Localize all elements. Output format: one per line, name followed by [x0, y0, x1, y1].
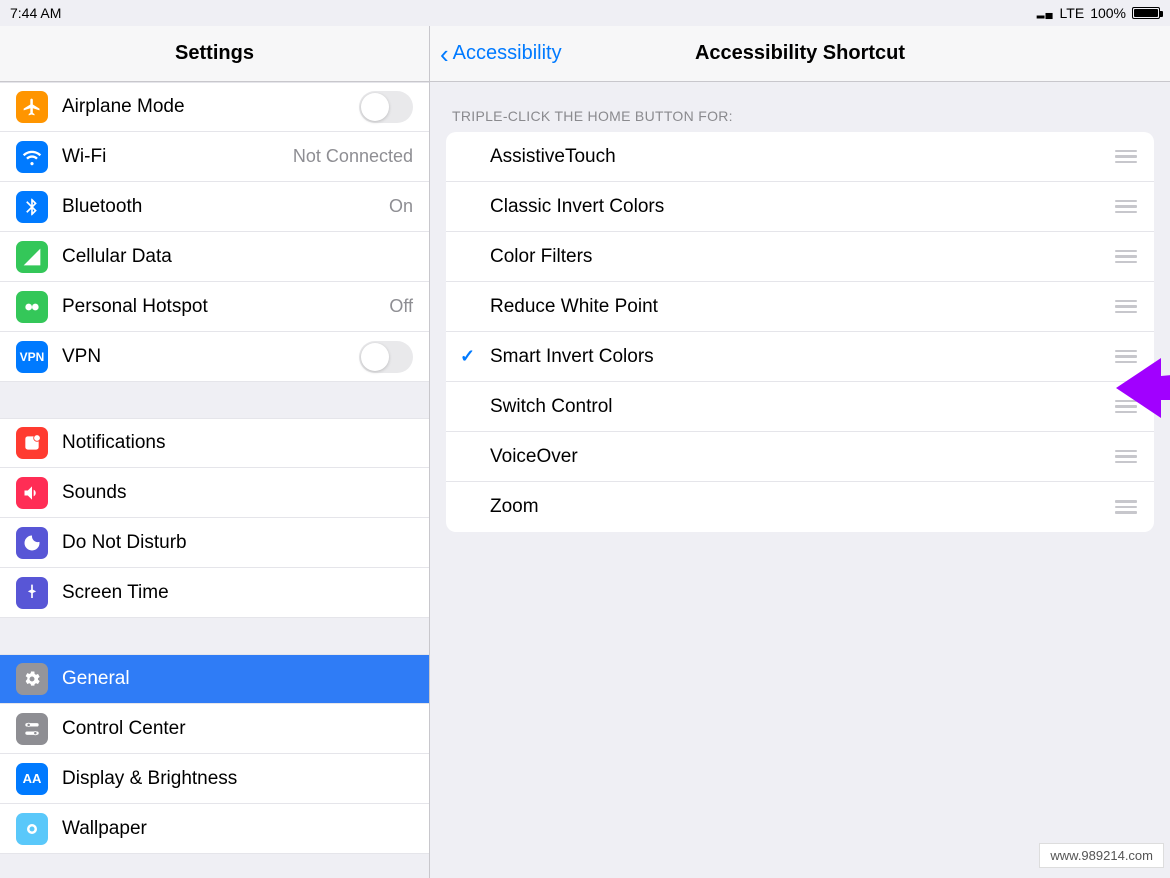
row-label: Cellular Data [62, 246, 413, 268]
wallpaper-icon [16, 813, 48, 845]
row-label: Control Center [62, 718, 413, 740]
hotspot-icon [16, 291, 48, 323]
row-label: Airplane Mode [62, 96, 359, 118]
option-voiceover[interactable]: VoiceOver [446, 432, 1154, 482]
row-label: Do Not Disturb [62, 532, 413, 554]
notifications-icon [16, 427, 48, 459]
drag-handle-icon[interactable] [1114, 300, 1138, 314]
option-reduce-white-point[interactable]: Reduce White Point [446, 282, 1154, 332]
option-label: Color Filters [490, 246, 1114, 268]
watermark: www.989214.com [1039, 843, 1164, 868]
screentime-icon [16, 577, 48, 609]
option-color-filters[interactable]: Color Filters [446, 232, 1154, 282]
sidebar-item-display[interactable]: AA Display & Brightness [0, 754, 429, 804]
option-label: Reduce White Point [490, 296, 1114, 318]
row-detail: On [389, 196, 413, 217]
detail-header: ‹ Accessibility Accessibility Shortcut [430, 26, 1170, 82]
carrier-label: LTE [1060, 5, 1085, 21]
option-label: Smart Invert Colors [490, 346, 1114, 368]
battery-icon [1132, 7, 1160, 19]
option-label: Switch Control [490, 396, 1114, 418]
row-label: Wallpaper [62, 818, 413, 840]
drag-handle-icon[interactable] [1114, 400, 1138, 414]
section-header: TRIPLE-CLICK THE HOME BUTTON FOR: [430, 82, 1170, 132]
airplane-icon [16, 91, 48, 123]
row-label: General [62, 668, 413, 690]
bluetooth-icon [16, 191, 48, 223]
drag-handle-icon[interactable] [1114, 250, 1138, 264]
airplane-toggle[interactable] [359, 91, 413, 123]
status-bar: 7:44 AM ▂▄ LTE 100% [0, 0, 1170, 26]
row-detail: Off [389, 296, 413, 317]
option-label: Classic Invert Colors [490, 196, 1114, 218]
chevron-left-icon: ‹ [440, 41, 449, 67]
sidebar-item-wallpaper[interactable]: Wallpaper [0, 804, 429, 854]
vpn-toggle[interactable] [359, 341, 413, 373]
row-detail: Not Connected [293, 146, 413, 167]
checkmark-icon: ✓ [460, 346, 475, 367]
drag-handle-icon[interactable] [1114, 450, 1138, 464]
sidebar-group-system: General Control Center AA Display & Brig… [0, 654, 429, 854]
option-label: VoiceOver [490, 446, 1114, 468]
detail-title: Accessibility Shortcut [695, 42, 905, 65]
controlcenter-icon [16, 713, 48, 745]
row-label: Wi-Fi [62, 146, 293, 168]
sidebar-item-airplane[interactable]: Airplane Mode [0, 82, 429, 132]
option-smart-invert[interactable]: ✓ Smart Invert Colors [446, 332, 1154, 382]
sidebar-item-general[interactable]: General [0, 654, 429, 704]
option-label: Zoom [490, 496, 1114, 518]
drag-handle-icon[interactable] [1114, 500, 1138, 514]
option-switch-control[interactable]: Switch Control [446, 382, 1154, 432]
row-label: Display & Brightness [62, 768, 413, 790]
sidebar-item-screentime[interactable]: Screen Time [0, 568, 429, 618]
sidebar-group-connectivity: Airplane Mode Wi-Fi Not Connected Blueto… [0, 82, 429, 382]
row-label: Sounds [62, 482, 413, 504]
status-time: 7:44 AM [10, 5, 61, 21]
sidebar-item-hotspot[interactable]: Personal Hotspot Off [0, 282, 429, 332]
cellular-icon [16, 241, 48, 273]
back-button[interactable]: ‹ Accessibility [440, 41, 562, 67]
back-label: Accessibility [453, 42, 562, 65]
row-label: Bluetooth [62, 196, 389, 218]
sidebar-item-dnd[interactable]: Do Not Disturb [0, 518, 429, 568]
sidebar-item-controlcenter[interactable]: Control Center [0, 704, 429, 754]
settings-sidebar: Settings Airplane Mode Wi-Fi Not Connect… [0, 26, 430, 878]
display-icon: AA [16, 763, 48, 795]
battery-percent: 100% [1090, 5, 1126, 21]
wifi-icon [16, 141, 48, 173]
drag-handle-icon[interactable] [1114, 150, 1138, 164]
option-classic-invert[interactable]: Classic Invert Colors [446, 182, 1154, 232]
sidebar-item-wifi[interactable]: Wi-Fi Not Connected [0, 132, 429, 182]
shortcut-options-list: AssistiveTouch Classic Invert Colors Col… [446, 132, 1154, 532]
dnd-icon [16, 527, 48, 559]
drag-handle-icon[interactable] [1114, 350, 1138, 364]
detail-pane: ‹ Accessibility Accessibility Shortcut T… [430, 26, 1170, 878]
sidebar-item-sounds[interactable]: Sounds [0, 468, 429, 518]
drag-handle-icon[interactable] [1114, 200, 1138, 214]
sidebar-item-cellular[interactable]: Cellular Data [0, 232, 429, 282]
row-label: Screen Time [62, 582, 413, 604]
option-zoom[interactable]: Zoom [446, 482, 1154, 532]
row-label: Notifications [62, 432, 413, 454]
signal-icon: ▂▄ [1037, 8, 1054, 19]
row-label: Personal Hotspot [62, 296, 389, 318]
sidebar-title: Settings [175, 42, 254, 65]
sidebar-header: Settings [0, 26, 429, 82]
sidebar-list[interactable]: Airplane Mode Wi-Fi Not Connected Blueto… [0, 82, 429, 878]
option-assistivetouch[interactable]: AssistiveTouch [446, 132, 1154, 182]
option-label: AssistiveTouch [490, 146, 1114, 168]
sidebar-item-notifications[interactable]: Notifications [0, 418, 429, 468]
sidebar-item-bluetooth[interactable]: Bluetooth On [0, 182, 429, 232]
sidebar-group-alerts: Notifications Sounds Do Not Disturb Scre… [0, 418, 429, 618]
vpn-icon: VPN [16, 341, 48, 373]
row-label: VPN [62, 346, 359, 368]
sidebar-item-vpn[interactable]: VPN VPN [0, 332, 429, 382]
sounds-icon [16, 477, 48, 509]
general-icon [16, 663, 48, 695]
